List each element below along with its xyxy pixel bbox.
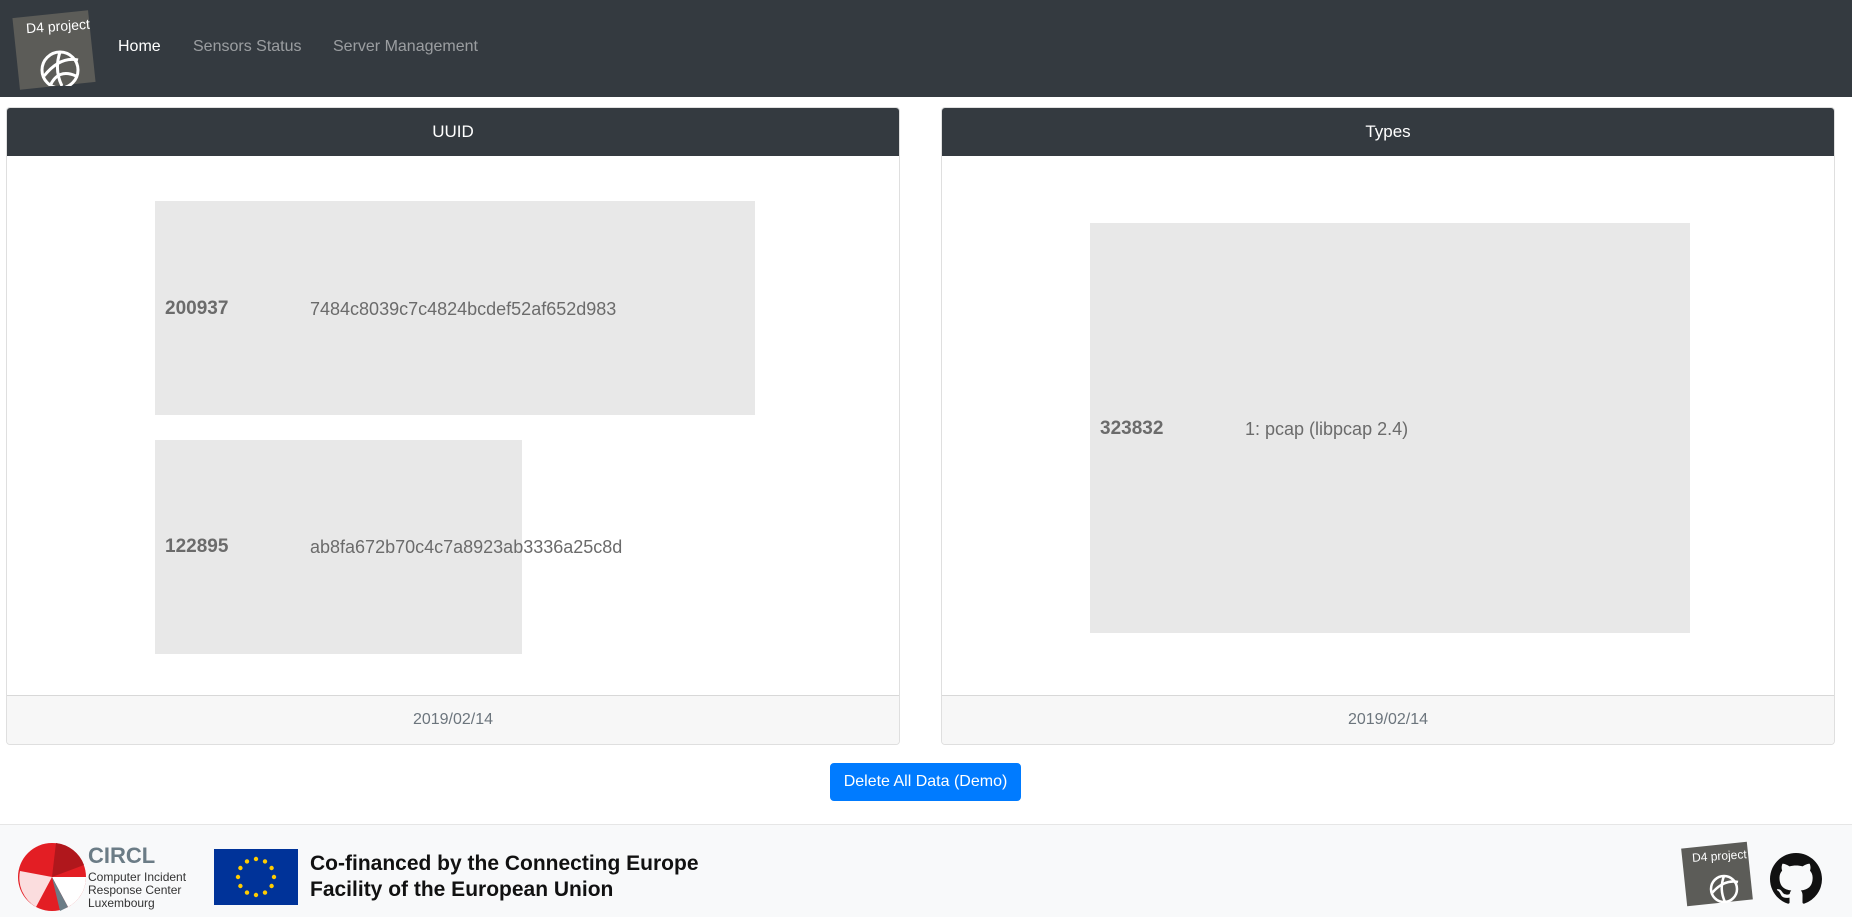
nav-sensors-status[interactable]: Sensors Status <box>193 38 302 56</box>
treemap-cell-label: ab8fa672b70c4c7a8923ab3336a25c8d <box>310 537 623 557</box>
circl-logo[interactable]: CIRCL Computer Incident Response Center … <box>16 841 196 913</box>
treemap-cell-count: 122895 <box>165 536 229 557</box>
types-treemap: 323832 1: pcap (libpcap 2.4) <box>942 156 1834 697</box>
treemap-cell-count: 200937 <box>165 298 229 319</box>
globe-icon <box>40 50 80 86</box>
circl-subtitle-line: Luxembourg <box>88 896 155 910</box>
cofinanced-line: Facility of the European Union <box>310 878 614 901</box>
uuid-card-header: UUID <box>7 108 899 156</box>
circl-pinwheel-icon <box>18 843 86 911</box>
nav-home[interactable]: Home <box>118 38 161 56</box>
eu-flag-icon <box>214 849 298 905</box>
cofinanced-text: Co-financed by the Connecting Europe Fac… <box>310 851 699 903</box>
uuid-treemap: 200937 7484c8039c7c4824bcdef52af652d983 … <box>7 156 899 697</box>
circl-subtitle: Computer Incident Response Center Luxemb… <box>88 871 186 910</box>
page-footer: CIRCL Computer Incident Response Center … <box>0 824 1852 917</box>
types-card-footer-date: 2019/02/14 <box>942 695 1834 744</box>
uuid-card-footer-date: 2019/02/14 <box>7 695 899 744</box>
cofinanced-line: Co-financed by the Connecting Europe <box>310 852 699 875</box>
treemap-cell-label: 1: pcap (libpcap 2.4) <box>1245 419 1409 439</box>
circl-name: CIRCL <box>88 843 156 868</box>
treemap-cell-count: 323832 <box>1100 418 1164 439</box>
globe-icon <box>1709 874 1739 903</box>
d4-project-footer-logo[interactable]: D4 project <box>1681 841 1754 907</box>
nav-server-management[interactable]: Server Management <box>333 38 478 56</box>
d4-project-logo[interactable]: D4 project <box>12 10 96 90</box>
github-icon[interactable] <box>1770 853 1822 905</box>
uuid-card: UUID 200937 7484c8039c7c4824bcdef52af652… <box>6 107 900 745</box>
top-navbar: D4 project Home Sensors Status Server Ma… <box>0 0 1852 97</box>
treemap-cell-label: 7484c8039c7c4824bcdef52af652d983 <box>310 299 617 319</box>
delete-all-data-button[interactable]: Delete All Data (Demo) <box>830 763 1021 801</box>
types-card-header: Types <box>942 108 1834 156</box>
types-card: Types 323832 1: pcap (libpcap 2.4) 2019/… <box>941 107 1835 745</box>
